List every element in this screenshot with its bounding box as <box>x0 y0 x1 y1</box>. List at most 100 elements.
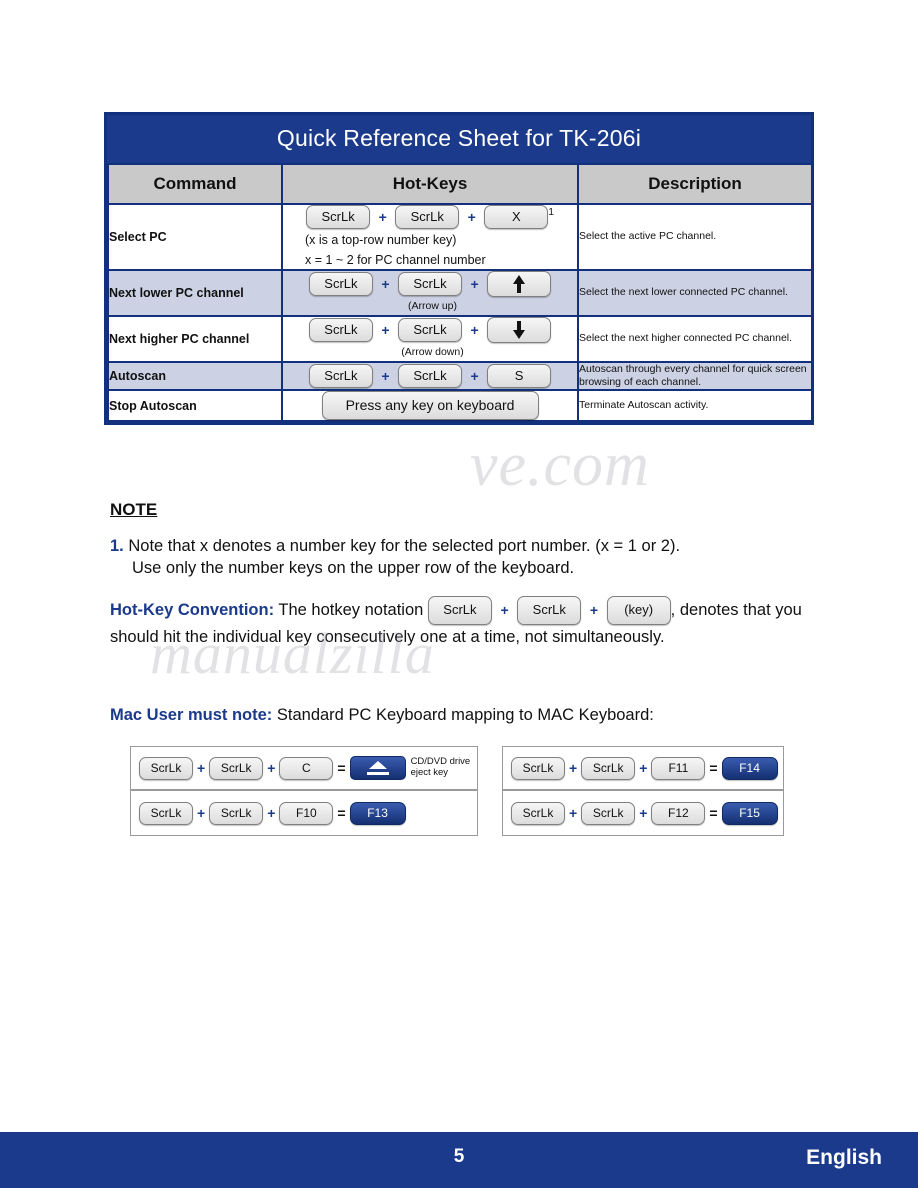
plus-symbol: + <box>569 760 578 776</box>
plus-symbol: + <box>569 805 578 821</box>
header-description: Description <box>577 163 813 205</box>
plus-symbol: + <box>267 760 276 776</box>
eject-key-label: CD/DVD drive eject key <box>406 756 471 779</box>
equals-symbol: = <box>337 805 346 821</box>
table-row: Next higher PC channel ScrLk + ScrLk + (… <box>107 314 813 363</box>
key-scrlk[interactable]: ScrLk <box>209 756 264 780</box>
arrow-up-label: (Arrow up) <box>407 299 457 312</box>
page-number: 5 <box>453 1146 465 1167</box>
mac-lead: Mac User must note: <box>110 706 273 724</box>
key-f12[interactable]: F12 <box>651 801 706 825</box>
header-command: Command <box>107 163 283 205</box>
key-scrlk[interactable]: ScrLk <box>398 363 462 388</box>
plus-symbol: + <box>381 367 390 384</box>
key-scrlk[interactable]: ScrLk <box>308 271 373 296</box>
key-scrlk[interactable]: ScrLk <box>398 317 462 342</box>
quick-reference-table: Quick Reference Sheet for TK-206i Comman… <box>104 112 814 425</box>
key-f13[interactable]: F13 <box>349 801 406 825</box>
table-row: Select PC ScrLk + ScrLk + X1 (x is a top… <box>107 203 813 271</box>
note-line-2: Use only the number keys on the upper ro… <box>132 558 575 577</box>
key-scrlk[interactable]: ScrLk <box>308 317 373 342</box>
plus-symbol: + <box>470 321 479 338</box>
hotkeys-stop-autoscan: Press any key on keyboard <box>281 389 579 422</box>
key-scrlk[interactable]: ScrLk <box>517 596 582 626</box>
arrow-down-icon[interactable] <box>487 316 552 343</box>
command-autoscan: Autoscan <box>107 360 283 392</box>
key-f14[interactable]: F14 <box>721 756 778 780</box>
plus-symbol: + <box>467 209 476 225</box>
key-scrlk[interactable]: ScrLk <box>511 801 565 825</box>
key-f11[interactable]: F11 <box>651 756 706 780</box>
plus-symbol: + <box>197 805 206 821</box>
table-header-row: Command Hot-Keys Description <box>107 163 813 205</box>
command-next-higher: Next higher PC channel <box>107 314 283 363</box>
key-press-any[interactable]: Press any key on keyboard <box>321 391 539 420</box>
key-generic[interactable]: (key) <box>606 596 671 626</box>
equals-symbol: = <box>709 760 718 776</box>
mac-mapping-row-2: ScrLk + ScrLk + F10 = F13 <box>130 790 478 836</box>
command-next-lower: Next lower PC channel <box>107 268 283 317</box>
convention-text-before: The hotkey notation <box>278 600 424 619</box>
key-f10[interactable]: F10 <box>279 801 334 825</box>
key-f15[interactable]: F15 <box>721 801 778 825</box>
convention-lead: Hot-Key Convention: <box>110 600 275 619</box>
description-next-lower: Select the next lower connected PC chann… <box>577 268 813 317</box>
mac-mapping-row-1: ScrLk + ScrLk + C = CD/DVD drive eject k… <box>130 746 478 790</box>
plus-symbol: + <box>197 760 206 776</box>
page-footer: 5 English <box>0 1132 918 1188</box>
select-pc-subnote-1: (x is a top-row number key) <box>305 233 457 247</box>
key-scrlk[interactable]: ScrLk <box>581 801 636 825</box>
note-line-1: Note that x denotes a number key for the… <box>128 537 681 555</box>
mac-mapping-row-4: ScrLk + ScrLk + F12 = F15 <box>502 790 784 836</box>
description-next-higher: Select the next higher connected PC chan… <box>577 314 813 363</box>
mac-mapping-row-3: ScrLk + ScrLk + F11 = F14 <box>502 746 784 790</box>
hotkey-convention: Hot-Key Convention: The hotkey notation … <box>110 596 830 651</box>
eject-label-line-2: eject key <box>410 767 449 778</box>
language-label: English <box>806 1146 882 1169</box>
plus-symbol: + <box>500 601 509 618</box>
key-scrlk[interactable]: ScrLk <box>398 271 462 296</box>
key-c[interactable]: C <box>279 756 334 780</box>
key-scrlk[interactable]: ScrLk <box>139 756 193 780</box>
hotkeys-next-lower: ScrLk + ScrLk + (Arrow up) <box>281 268 579 317</box>
hotkeys-autoscan: ScrLk + ScrLk + S <box>281 360 579 392</box>
table-title: Quick Reference Sheet for TK-206i <box>107 115 811 163</box>
mac-text: Standard PC Keyboard mapping to MAC Keyb… <box>276 706 654 724</box>
plus-symbol: + <box>378 209 387 225</box>
key-scrlk[interactable]: ScrLk <box>427 596 492 626</box>
key-scrlk[interactable]: ScrLk <box>395 205 460 229</box>
hotkeys-next-higher: ScrLk + ScrLk + (Arrow down) <box>281 314 579 363</box>
key-x[interactable]: X <box>484 205 549 229</box>
description-stop-autoscan: Terminate Autoscan activity. <box>577 389 813 422</box>
key-scrlk[interactable]: ScrLk <box>209 801 264 825</box>
command-select-pc: Select PC <box>107 203 283 271</box>
key-s[interactable]: S <box>487 363 552 388</box>
plus-symbol: + <box>381 321 390 338</box>
equals-symbol: = <box>337 760 346 776</box>
note-body: 1. Note that x denotes a number key for … <box>110 536 810 580</box>
plus-symbol: + <box>470 275 479 292</box>
plus-symbol: + <box>639 760 648 776</box>
description-select-pc: Select the active PC channel. <box>577 203 813 271</box>
arrow-down-label: (Arrow down) <box>401 345 464 358</box>
key-scrlk[interactable]: ScrLk <box>511 756 565 780</box>
select-pc-subnote-2: x = 1 ~ 2 for PC channel number <box>305 252 486 267</box>
key-scrlk[interactable]: ScrLk <box>308 363 373 388</box>
arrow-up-icon[interactable] <box>487 270 552 297</box>
eject-label-line-1: CD/DVD drive <box>410 756 471 768</box>
key-scrlk[interactable]: ScrLk <box>139 801 193 825</box>
key-scrlk[interactable]: ScrLk <box>306 205 371 229</box>
table-row: Stop Autoscan Press any key on keyboard … <box>107 389 813 422</box>
key-scrlk[interactable]: ScrLk <box>581 756 636 780</box>
watermark-text-1: ve.com <box>470 431 650 499</box>
plus-symbol: + <box>589 601 599 618</box>
header-hotkeys: Hot-Keys <box>281 163 579 205</box>
table-row: Next lower PC channel ScrLk + ScrLk + (A… <box>107 268 813 317</box>
eject-icon[interactable] <box>349 756 406 780</box>
convention-comma: , <box>670 600 676 619</box>
plus-symbol: + <box>381 275 390 292</box>
command-stop-autoscan: Stop Autoscan <box>107 389 283 422</box>
hotkeys-select-pc: ScrLk + ScrLk + X1 (x is a top-row numbe… <box>281 203 579 271</box>
plus-symbol: + <box>267 805 276 821</box>
mac-heading: Mac User must note: Standard PC Keyboard… <box>110 706 654 725</box>
